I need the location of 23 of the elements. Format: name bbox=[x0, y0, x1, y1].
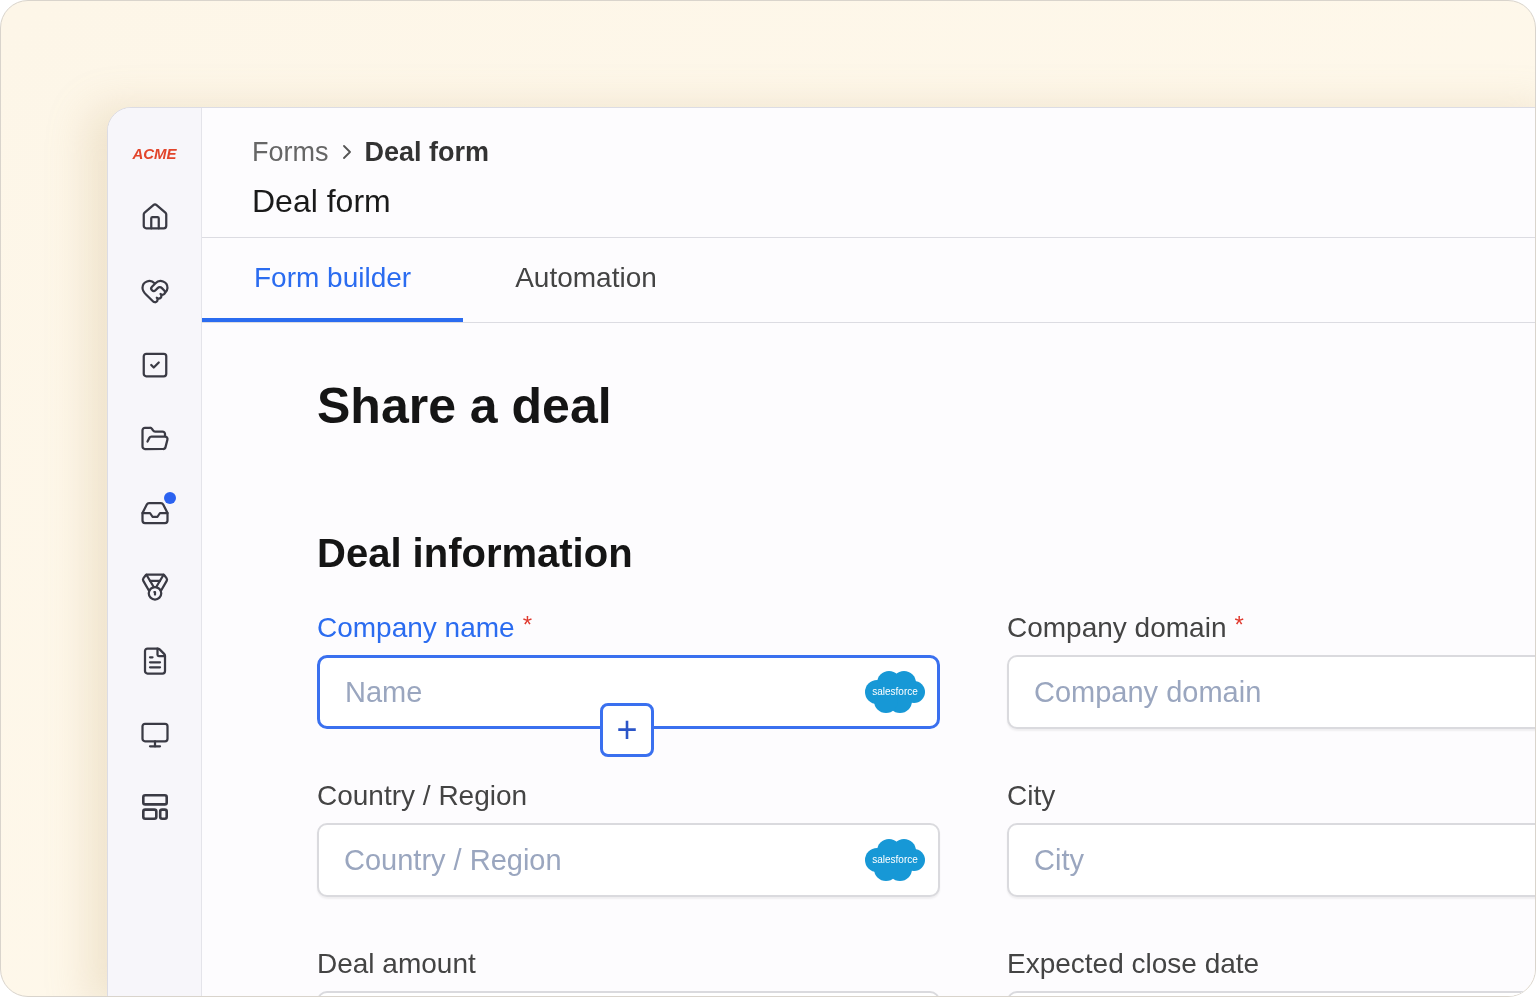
tab[interactable]: Automation bbox=[463, 238, 709, 322]
medal-icon[interactable] bbox=[139, 572, 170, 602]
field-label: Country / Region bbox=[317, 779, 528, 813]
cloud-logo: salesforce bbox=[864, 670, 926, 714]
page-title: Deal form bbox=[252, 181, 392, 221]
field-label: City bbox=[1007, 779, 1056, 813]
required-mark: * bbox=[1234, 610, 1244, 640]
chevron-icon bbox=[342, 145, 351, 160]
form-title: Share a deal bbox=[317, 381, 613, 431]
field-label: Deal amount bbox=[317, 947, 476, 981]
acme-logo[interactable]: ACME bbox=[127, 134, 182, 174]
field-label: Company domain bbox=[1007, 611, 1227, 645]
layout-icon[interactable] bbox=[141, 794, 168, 820]
required-mark: * bbox=[522, 610, 532, 640]
field-label: Expected close date bbox=[1007, 947, 1260, 981]
breadcrumb-item[interactable]: Forms bbox=[252, 132, 329, 173]
monitor-icon[interactable] bbox=[139, 720, 170, 750]
cloud-logo: salesforce bbox=[864, 838, 926, 882]
tab[interactable]: Form builder bbox=[202, 238, 464, 322]
breadcrumb-item: Deal form bbox=[364, 136, 490, 169]
field-label: Company name bbox=[317, 611, 515, 645]
add-button[interactable]: + bbox=[600, 703, 654, 757]
section-title: Deal information bbox=[317, 533, 634, 573]
